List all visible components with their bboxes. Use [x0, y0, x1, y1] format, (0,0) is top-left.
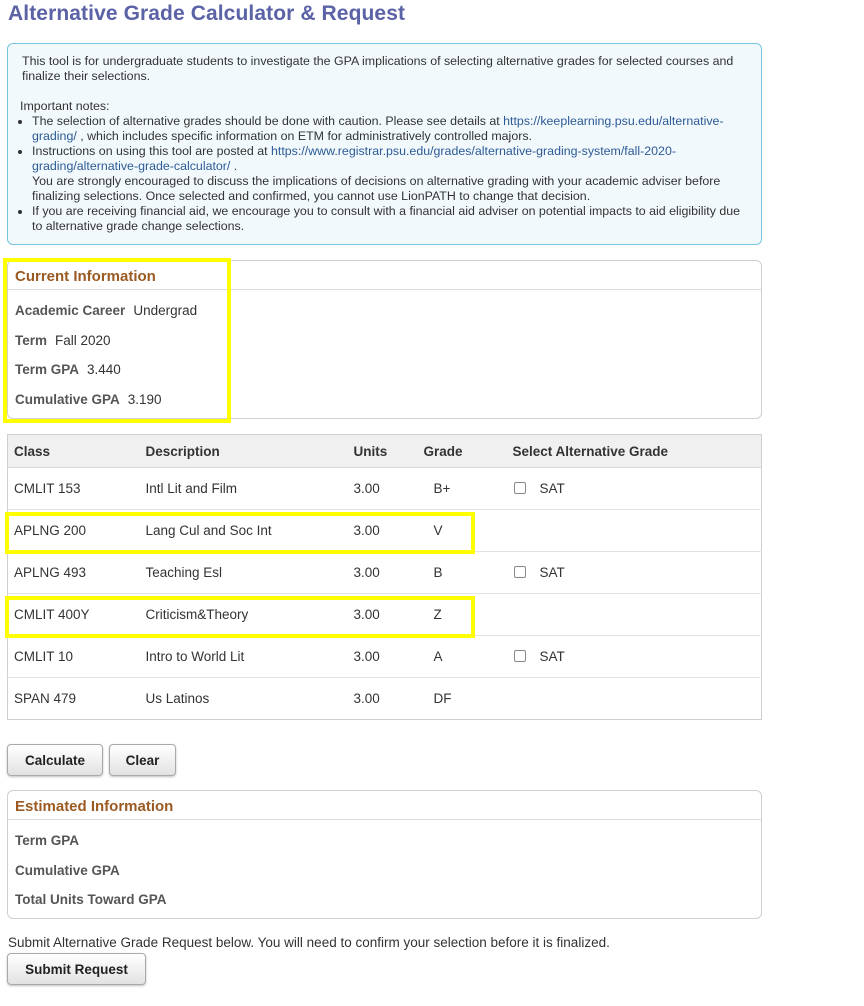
col-header-alt-grade: Select Alternative Grade — [506, 434, 762, 468]
table-row: APLNG 493 Teaching Esl 3.00 B SAT — [7, 551, 762, 594]
grade-cell: B+ — [417, 467, 507, 510]
sat-checkbox[interactable] — [513, 566, 526, 578]
grade-cell: DF — [433, 691, 452, 706]
alt-grade-cell — [507, 678, 762, 720]
note-item: Instructions on using this tool are post… — [32, 144, 751, 204]
intro-text: This tool is for undergraduate students … — [22, 54, 734, 83]
alt-grade-cell: SAT — [506, 551, 762, 594]
sat-checkbox[interactable] — [513, 650, 526, 662]
table-row: SPAN 479 Us Latinos 3.00 DF — [8, 678, 762, 720]
description-cell: Intro to World Lit — [139, 635, 348, 678]
clear-button[interactable]: Clear — [109, 744, 176, 776]
note-text: You are strongly encouraged to discuss t… — [32, 174, 721, 203]
class-cell: APLNG 493 — [7, 551, 140, 594]
class-cell: CMLIT 153 — [7, 467, 140, 510]
note-item: The selection of alternative grades shou… — [32, 114, 751, 144]
note-text: Instructions on using this tool are post… — [32, 144, 272, 158]
grades-table: Class Description Units Grade Select Alt… — [7, 434, 762, 720]
col-header-units: Units — [347, 434, 418, 468]
alt-grade-cell — [506, 593, 762, 636]
col-header-grade: Grade — [417, 434, 507, 468]
calculate-button[interactable]: Calculate — [7, 744, 103, 776]
important-notes-box: This tool is for undergraduate students … — [7, 43, 762, 245]
grade-cell: B — [417, 551, 507, 594]
estimated-information-title: Estimated Information — [8, 791, 761, 820]
estimated-cumulative-gpa-field: Cumulative GPA — [15, 863, 128, 878]
submit-instructions: Submit Alternative Grade Request below. … — [8, 935, 610, 950]
sat-label: SAT — [539, 481, 565, 496]
class-cell: SPAN 479 — [14, 691, 77, 706]
highlight-current-information — [3, 258, 231, 423]
table-row: CMLIT 10 Intro to World Lit 3.00 A SAT — [7, 635, 762, 678]
table-header-row: Class Description Units Grade Select Alt… — [7, 434, 762, 468]
highlight-aplng-200-row — [5, 512, 475, 554]
table-row: CMLIT 153 Intl Lit and Film 3.00 B+ SAT — [7, 467, 762, 510]
grade-cell: A — [417, 635, 507, 678]
units-cell: 3.00 — [347, 551, 418, 594]
note-text: The selection of alternative grades shou… — [32, 114, 504, 128]
note-text: . — [230, 159, 238, 173]
description-cell: Us Latinos — [145, 691, 210, 706]
note-item: If you are receiving financial aid, we e… — [32, 204, 751, 234]
alt-grade-cell: SAT — [506, 635, 762, 678]
notes-title: Important notes: — [20, 99, 110, 113]
field-label: Total Units Toward GPA — [15, 892, 167, 907]
sat-label: SAT — [539, 565, 565, 580]
col-header-class: Class — [7, 434, 140, 468]
note-text: , which includes specific information on… — [76, 129, 532, 143]
notes-list: The selection of alternative grades shou… — [20, 114, 751, 234]
total-units-field: Total Units Toward GPA — [15, 892, 175, 907]
sat-checkbox[interactable] — [513, 482, 526, 494]
description-cell: Teaching Esl — [139, 551, 348, 594]
col-header-description: Description — [139, 434, 348, 468]
highlight-cmlit-400y-row — [5, 596, 475, 638]
submit-request-button[interactable]: Submit Request — [7, 953, 146, 985]
field-label: Term GPA — [15, 833, 80, 848]
alt-grade-cell: SAT — [506, 467, 762, 510]
class-cell: CMLIT 10 — [7, 635, 140, 678]
estimated-term-gpa-field: Term GPA — [15, 833, 87, 848]
page-title: Alternative Grade Calculator & Request — [8, 2, 406, 25]
units-cell: 3.00 — [347, 635, 418, 678]
field-label: Cumulative GPA — [15, 863, 120, 878]
alt-grade-cell — [506, 509, 762, 552]
description-cell: Intl Lit and Film — [139, 467, 348, 510]
units-cell: 3.00 — [347, 467, 418, 510]
units-cell: 3.00 — [353, 691, 380, 706]
sat-label: SAT — [539, 649, 565, 664]
estimated-information-panel: Estimated Information Term GPA Cumulativ… — [7, 790, 762, 919]
